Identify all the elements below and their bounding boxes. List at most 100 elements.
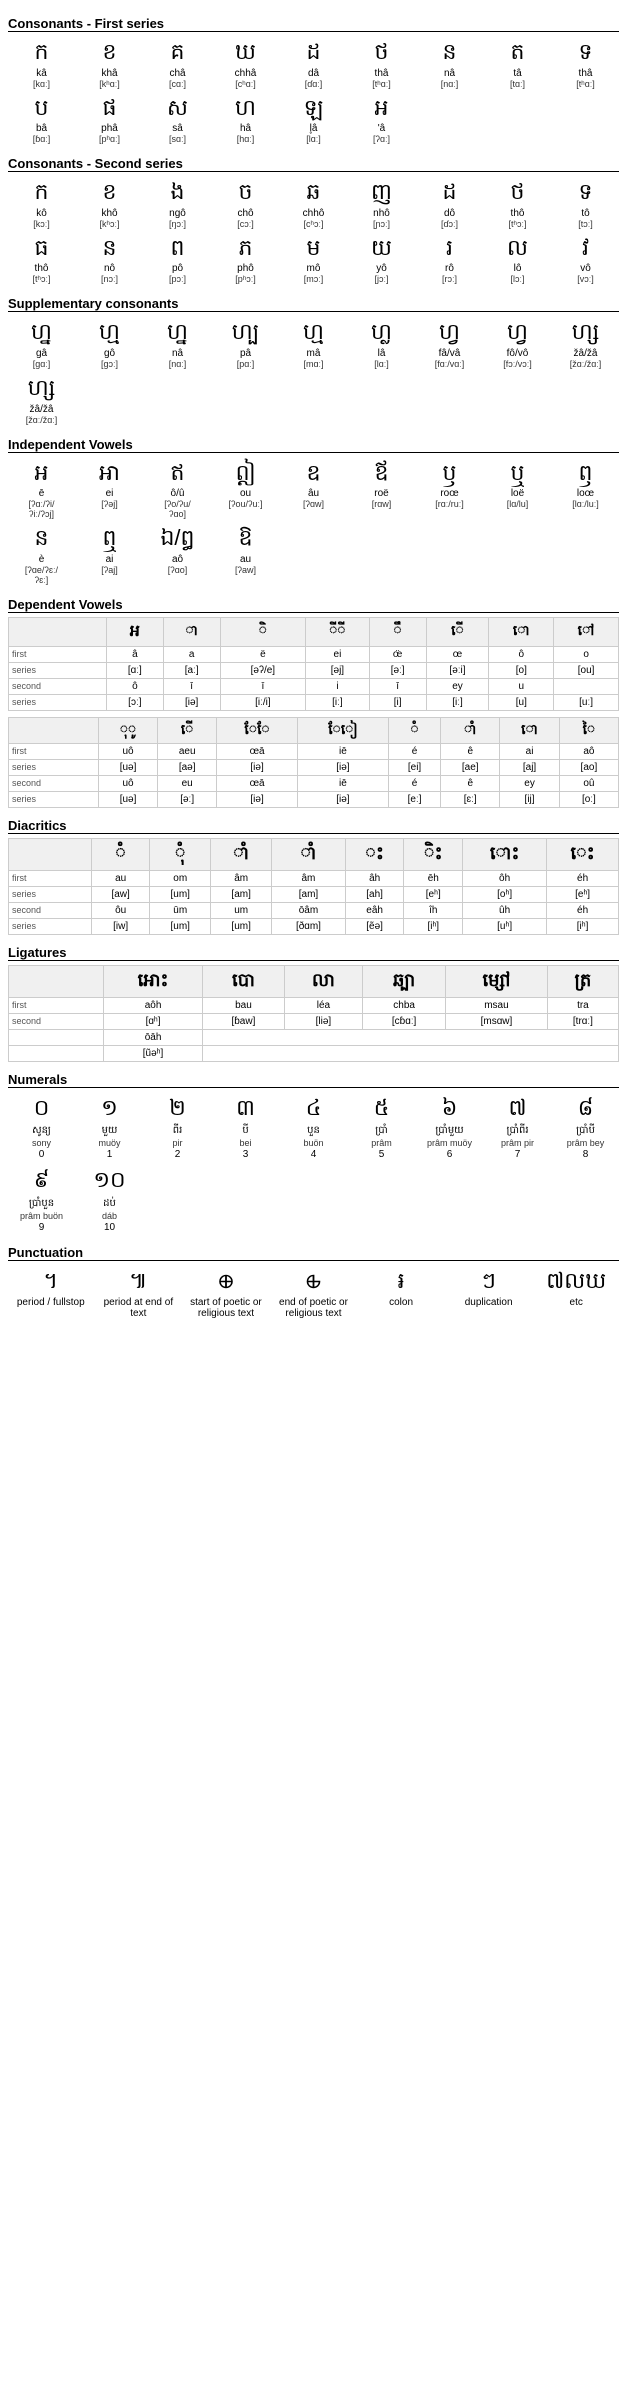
diac-row-second-series: series — [9, 918, 92, 934]
supplementary-section: Supplementary consonants ហ្ន gâ [gɑː] ហ្… — [8, 296, 619, 426]
punct-cell: ៧លឃ etc — [533, 1265, 619, 1321]
ligatures-title: Ligatures — [8, 945, 619, 961]
consonant-cell: ស sâ [sɑː] — [144, 92, 211, 147]
diac-ipa: [iʰ] — [404, 918, 463, 934]
dep-vowel-ipa: [uə] — [98, 791, 157, 807]
dep-vowel-ipa: [iə] — [297, 791, 388, 807]
col-header-vb6: ◌ាំ — [441, 717, 500, 743]
lig-row-first: first — [9, 997, 104, 1013]
diac-col7: ◌ោះ — [463, 838, 547, 870]
diac-ipa: [um] — [150, 886, 211, 902]
diac-val: ôh — [463, 870, 547, 886]
lig-ipa: [cɓɑː] — [363, 1013, 446, 1029]
punct-cell: ᪠ start of poetic or religious text — [183, 1265, 269, 1321]
diac-ipa: [eʰ] — [404, 886, 463, 902]
col-header-empty — [9, 617, 107, 646]
lig-col2: បោ — [203, 965, 284, 997]
punct-cell: ៕ period at end of text — [96, 1265, 182, 1321]
row-label-first2: first — [9, 743, 99, 759]
diac-ipa: [uʰ] — [463, 918, 547, 934]
dep-vowel-cell: ê — [441, 775, 500, 791]
vowel-cell: ឭ loœ [lɑː/luː] — [552, 457, 619, 522]
col-header-v3: ◌ី◌ី — [306, 617, 370, 646]
dep-vowel-cell: o — [554, 646, 619, 662]
col-header-v7: ◌ៅ — [554, 617, 619, 646]
diac-val: au — [91, 870, 149, 886]
dep-vowel-ipa: [ei] — [388, 759, 440, 775]
consonant-cell: ទ thâ [tʰɑː] — [552, 36, 619, 91]
numeral-cell: ០ សូន្យ sony 0 — [8, 1092, 75, 1163]
col-header-v1: ◌ា — [163, 617, 220, 646]
numerals-title: Numerals — [8, 1072, 619, 1088]
consonant-cell: ទ tô [tɔː] — [552, 176, 619, 231]
dependent-vowels-table: អ ◌ា ◌ិ ◌ី◌ី ◌ឹ ◌ើ ◌ោ ◌ៅ first â a ë ei … — [8, 617, 619, 711]
consonant-cell: ល lô [lɔː] — [484, 232, 551, 287]
dep-vowel-ipa: [aː] — [163, 662, 220, 678]
dep-vowels-block2: ◌ុ◌ូ ◌ើ ◌ែ◌ែ ◌ែ◌ៀ ◌ំ ◌ាំ ◌ោ ◌ៃ first uô … — [8, 717, 619, 808]
diac-ipa: [iʰ] — [547, 918, 619, 934]
consonant-cell: ថ thâ [tʰɑː] — [348, 36, 415, 91]
numeral-cell: ១ មួយ muöy 1 — [76, 1092, 143, 1163]
col-header-vb3: ◌ែ◌ែ — [217, 717, 298, 743]
col-header-v5: ◌ើ — [426, 617, 489, 646]
dep-vowel-cell: ë — [220, 646, 306, 662]
diac-ipa: [aw] — [91, 886, 149, 902]
diac-val: eâh — [345, 902, 404, 918]
consonant-cell: គ châ [cɑː] — [144, 36, 211, 91]
consonant-cell: ន nâ [nɑː] — [416, 36, 483, 91]
punctuation-section: Punctuation ។ period / fullstop ៕ period… — [8, 1245, 619, 1321]
dep-vowel-cell: ê — [441, 743, 500, 759]
diac-col3: ◌ាំ — [211, 838, 272, 870]
dep-vowel-cell: œ̈ — [369, 646, 426, 662]
supplementary-grid: ហ្ន gâ [gɑː] ហ្ម gô [gɔː] ហ្ន nâ [nɑː] ហ… — [8, 316, 619, 426]
vowel-cell: ឱ au [ʔaw] — [212, 522, 279, 587]
punct-cell: ៗ duplication — [446, 1265, 532, 1321]
row-label-second: second — [9, 678, 107, 694]
lig-col5: ម្សៅ — [446, 965, 548, 997]
supp-cell: ហ្ប pâ [pɑː] — [212, 316, 279, 371]
lig-extra-label — [9, 1029, 104, 1045]
dep-vowel-cell: ī — [220, 678, 306, 694]
consonants-second-grid: ក kô [kɔː] ខ khô [kʰɔː] ង ngô [ŋɔː] ច ch… — [8, 176, 619, 286]
numeral-cell: ៦ ប្រាំមួយ prâm muöy 6 — [416, 1092, 483, 1163]
dep-vowel-ipa: [iː] — [306, 694, 370, 710]
dep-vowel-ipa: [iː/i] — [220, 694, 306, 710]
dependent-vowels-title: Dependent Vowels — [8, 597, 619, 613]
dep-vowel-ipa: [oː] — [559, 791, 618, 807]
lig-ipa: [ɓaw] — [203, 1013, 284, 1029]
lig-extra-ipa: [ũəʰ] — [103, 1045, 202, 1061]
col-header-v2: ◌ិ — [220, 617, 306, 646]
dep-vowel-cell: ey — [500, 775, 560, 791]
supp-cell: ហ្ស žâ/žâ [žɑː/žɑː] — [8, 372, 75, 427]
col-header-vb2: ◌ើ — [158, 717, 217, 743]
dep-vowel-cell: ī — [369, 678, 426, 694]
lig-col1: អោះ — [103, 965, 202, 997]
lig-col4: ឆ្បា — [363, 965, 446, 997]
vowel-cell: ឦ ou [ʔou/ʔuː] — [212, 457, 279, 522]
row-label-second-series: series — [9, 694, 107, 710]
vowel-cell: ឤ ei [ʔəj] — [76, 457, 143, 522]
dep-vowel-ipa: [iə] — [217, 791, 298, 807]
col-header-vb8: ◌ៃ — [559, 717, 618, 743]
diac-ipa: [um] — [211, 918, 272, 934]
diac-val: ûh — [463, 902, 547, 918]
dep-vowel-cell: â — [106, 646, 163, 662]
diac-ipa: [um] — [150, 918, 211, 934]
numeral-cell: ៨ ប្រាំបី prâm bey 8 — [552, 1092, 619, 1163]
dep-vowel-ipa: [ɑː] — [106, 662, 163, 678]
consonant-cell: ប bâ [ɓɑː] — [8, 92, 75, 147]
diac-ipa: [oʰ] — [463, 886, 547, 902]
lig-extra-empty — [203, 1029, 619, 1045]
dep-vowel-cell: œā — [217, 743, 298, 759]
diac-val: um — [211, 902, 272, 918]
dep-vowel-cell: é — [388, 743, 440, 759]
dep-vowel-cell: uô — [98, 775, 157, 791]
dep-vowel-cell: aô — [559, 743, 618, 759]
dep-vowel-cell: iē — [297, 743, 388, 759]
col-header-v4: ◌ឹ — [369, 617, 426, 646]
numerals-grid: ០ សូន្យ sony 0 ១ មួយ muöy 1 ២ ពីរ pir 2 … — [8, 1092, 619, 1163]
lig-val: léa — [284, 997, 363, 1013]
diac-ipa: [ẽə] — [345, 918, 404, 934]
vowel-cell: ឣ ē [ʔɑː/ʔi/ ʔiː/ʔɔj] — [8, 457, 75, 522]
numerals-section: Numerals ០ សូន្យ sony 0 ១ មួយ muöy 1 ២ ព… — [8, 1072, 619, 1235]
